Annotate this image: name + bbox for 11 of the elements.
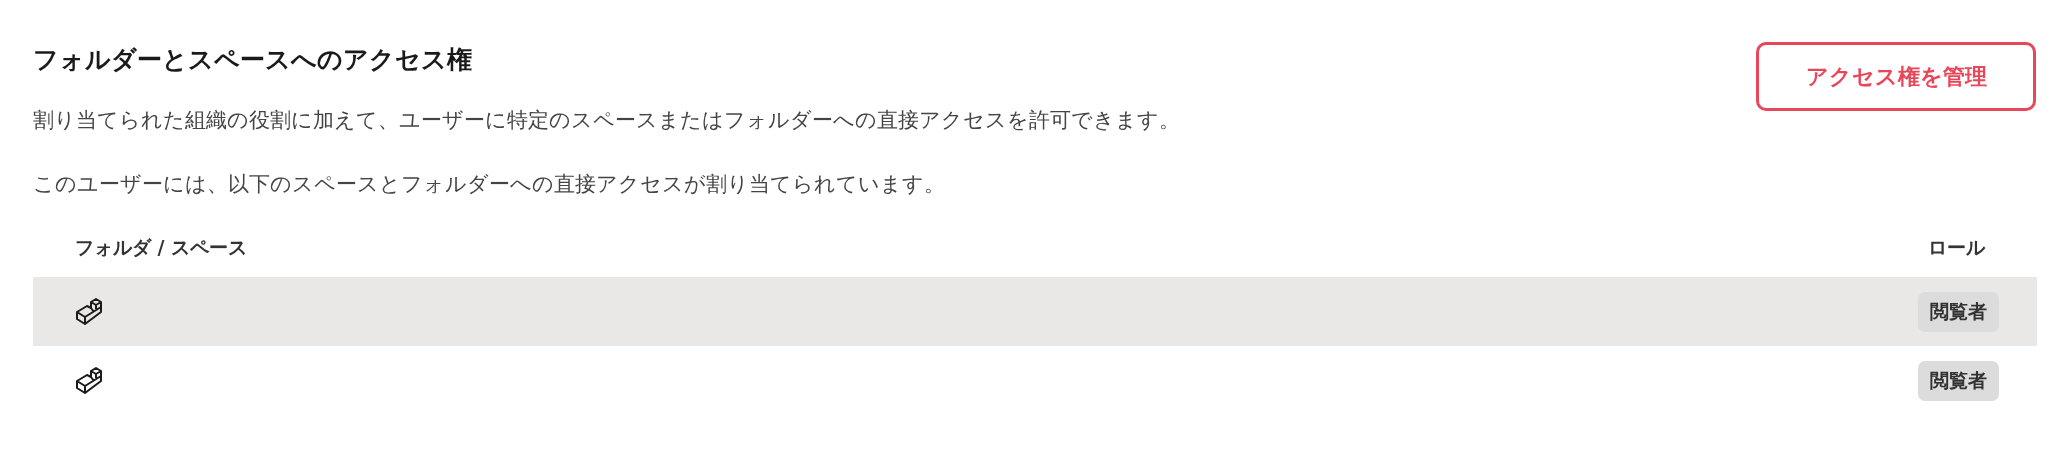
role-badge: 閲覧者 — [1918, 291, 1999, 332]
role-badge: 閲覧者 — [1918, 360, 1999, 401]
table-row[interactable]: 閲覧者 — [33, 277, 2037, 346]
description-text: 割り当てられた組織の役割に加えて、ユーザーに特定のスペースまたはフォルダーへの直接アクセスを許可できます。 — [33, 107, 1180, 134]
space-icon — [75, 297, 103, 326]
column-header: ロール — [1928, 234, 1985, 260]
manage-access-button[interactable]: アクセス権を管理 — [1756, 42, 2036, 111]
note-text: このユーザーには、以下のスペースとフォルダーへの直接アクセスが割り当てられています。 — [33, 171, 946, 198]
column-header: フォルダ / スペース — [75, 234, 248, 260]
section-title: フォルダーとスペースへのアクセス権 — [33, 44, 473, 76]
space-icon — [75, 366, 103, 395]
